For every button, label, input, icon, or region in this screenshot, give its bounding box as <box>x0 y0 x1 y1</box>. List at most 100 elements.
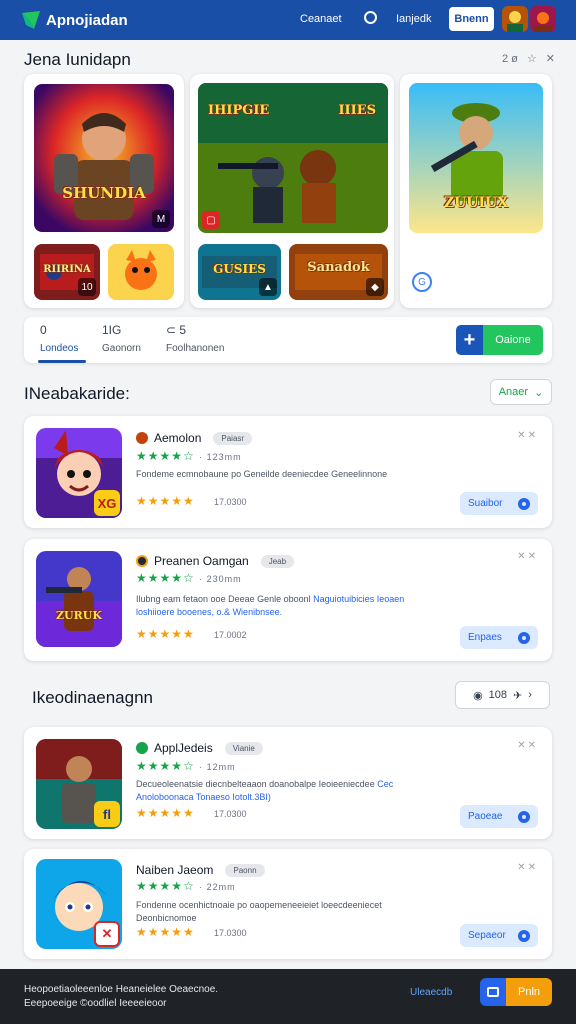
close-icon[interactable]: ✕✕ <box>517 430 538 441</box>
app-action-label: Enpaes <box>468 632 502 643</box>
info-icon[interactable]: G <box>412 272 432 292</box>
section-title-3: Ikeodinaenagnn <box>32 688 154 707</box>
nav-link-2[interactable]: Ianjedk <box>396 13 431 25</box>
app-tag: Paiasr <box>213 431 253 445</box>
footer-bar: Heopoetiaoleeenloe Heaneielee Oeaecnoe. … <box>0 969 576 1024</box>
app-dot-icon <box>136 555 148 567</box>
tab-londeos[interactable]: 0 Londeos <box>40 323 78 354</box>
sort-dropdown[interactable]: Anaer ⌄ <box>490 379 552 405</box>
section-title-2: INeabakaride: <box>24 384 130 403</box>
featured-thumb-badge-2a: ▲ <box>259 278 277 296</box>
avatar-secondary[interactable] <box>530 6 556 32</box>
app-description: Ilubng eam fetaon ooe Deeae Genle oboonl… <box>136 593 426 619</box>
footer-text-line-2: Eeepoeeige ©oodliel Ieeeeieoor <box>24 998 167 1009</box>
app-name: ApplJedeis <box>154 741 213 755</box>
secondary-stars: ★★★★★ <box>136 806 195 820</box>
featured-card-3[interactable]: ZUUIUX G <box>400 74 552 308</box>
app-action-button[interactable]: Sepaeor <box>460 924 538 947</box>
app-card[interactable]: ZURUK Preanen Oamgan Jeab ★★★★☆ · 230mm … <box>24 539 552 661</box>
app-action-label: Suaibor <box>468 498 503 509</box>
secondary-stars: ★★★★★ <box>136 627 195 641</box>
app-description: Decueoleenatsie diecnbelteaaon doanobalp… <box>136 778 426 804</box>
close-icon[interactable]: ✕✕ <box>517 740 538 751</box>
close-icon[interactable]: ✕✕ <box>517 862 538 873</box>
app-meta: 17.0300 <box>214 928 247 938</box>
share-icon[interactable]: ✈ <box>513 689 522 702</box>
featured-thumb-badge-1a: 10 <box>78 278 96 296</box>
secondary-stars: ★★★★★ <box>136 925 195 939</box>
sort-dropdown-label: Anaer <box>498 386 529 398</box>
footer-link[interactable]: Uleaecdb <box>410 987 452 998</box>
rating-meta: · 12mm <box>199 762 236 772</box>
featured-art-2[interactable]: IHIPGIE IIIES ▢ <box>198 83 388 233</box>
rating-meta: · 230mm <box>199 574 242 584</box>
rating-stars: ★★★★☆ · 12mm <box>136 759 236 773</box>
footer-text: Heopoetiaoleeenloe Heaneielee Oeaecnoe. … <box>24 983 218 1011</box>
featured-play-icon: ▢ <box>202 211 220 229</box>
featured-caption-3: ZUUIUX <box>443 195 509 211</box>
app-card[interactable]: ✕ Naiben Jaeom Paonn ★★★★☆ · 22mm Fonden… <box>24 849 552 959</box>
featured-thumb-caption-2b: Sanadok <box>307 260 370 275</box>
app-badge: fl <box>94 801 120 827</box>
app-tag: Vianie <box>224 741 263 755</box>
gear-icon <box>518 497 530 510</box>
app-name: Aemolon <box>154 431 202 445</box>
app-icon: ZURUK <box>36 551 122 647</box>
app-meta: 17.0300 <box>214 809 247 819</box>
app-name: Naiben Jaeom <box>136 863 214 877</box>
app-card[interactable]: fl ApplJedeis Vianie ★★★★☆ · 12mm Decueo… <box>24 727 552 839</box>
featured-art-1[interactable]: SHUNDIA M <box>34 84 174 232</box>
featured-badge-1: M <box>152 210 170 228</box>
top-app-bar: Apnojiadan Ceanaet Ianjedk Bnenn <box>0 0 576 40</box>
footer-button[interactable]: Pnln <box>480 978 552 1006</box>
app-logo[interactable]: Apnojiadan <box>20 9 128 31</box>
add-button[interactable]: + Oaione <box>456 325 543 355</box>
tab-gaonorn[interactable]: 1IG Gaonorn <box>102 323 141 354</box>
featured-thumb-1a[interactable]: RIIRINA 10 <box>34 244 100 300</box>
app-dot-icon <box>136 742 148 754</box>
view-controls[interactable]: ◉ 108 ✈ › <box>455 681 550 709</box>
app-title-row: ApplJedeis Vianie <box>136 741 263 755</box>
app-action-button[interactable]: Suaibor <box>460 492 538 515</box>
app-badge: ✕ <box>94 921 120 947</box>
featured-card-1[interactable]: SHUNDIA M RIIRINA 10 <box>24 74 184 308</box>
app-icon-caption: ZURUK <box>56 609 102 622</box>
featured-card-2[interactable]: IHIPGIE IIIES ▢ GUSIES ▲ Sanadok ◆ <box>190 74 394 308</box>
app-icon: fl <box>36 739 122 829</box>
app-tag: Jeab <box>260 554 295 568</box>
tab-icon-1: 0 <box>40 323 47 337</box>
header-button[interactable]: Bnenn <box>449 7 494 31</box>
tab-label-1: Londeos <box>40 343 79 354</box>
circle-icon[interactable] <box>364 11 377 24</box>
gear-icon <box>518 810 530 823</box>
app-description-text: Fondenne ocenhictnoaie po oaopemeneeieie… <box>136 900 382 923</box>
tab-label-2: Gaonorn <box>102 343 141 354</box>
rating-meta: · 123mm <box>199 452 242 462</box>
avatar[interactable] <box>502 6 528 32</box>
featured-header-icons[interactable]: 2ø ☆ ✕ <box>502 52 558 65</box>
app-title-row: Preanen Oamgan Jeab <box>136 554 295 568</box>
plus-icon: + <box>456 325 483 355</box>
featured-thumb-2b[interactable]: Sanadok ◆ <box>289 244 388 300</box>
add-button-label: Oaione <box>483 325 543 355</box>
close-icon[interactable]: ✕✕ <box>517 551 538 562</box>
app-card[interactable]: XG Aemolon Paiasr ★★★★☆ · 123mm Fondeme … <box>24 416 552 528</box>
chevron-down-icon: ⌄ <box>534 386 544 399</box>
tab-foolhanonen[interactable]: ⊂ 5 Foolhanonen <box>166 323 224 354</box>
featured-art-3[interactable]: ZUUIUX <box>409 83 543 233</box>
featured-thumb-1b[interactable] <box>108 244 174 300</box>
footer-button-label: Pnln <box>506 978 552 1006</box>
nav-link-1[interactable]: Ceanaet <box>300 13 342 25</box>
featured-thumb-2a[interactable]: GUSIES ▲ <box>198 244 281 300</box>
tab-icon-2: 1IG <box>102 323 122 337</box>
app-meta: 17.0002 <box>214 630 247 640</box>
app-action-button[interactable]: Paoeae <box>460 805 538 828</box>
logo-text: Apnojiadan <box>46 11 128 29</box>
app-icon: ✕ <box>36 859 122 949</box>
app-dot-icon <box>136 432 148 444</box>
app-title-row: Naiben Jaeom Paonn <box>136 863 265 877</box>
featured-caption-1: SHUNDIA <box>62 184 146 202</box>
app-description: Fondeme ecmnobaune po Geneilde deeniecde… <box>136 468 426 481</box>
chevron-right-icon[interactable]: › <box>528 689 532 701</box>
app-action-button[interactable]: Enpaes <box>460 626 538 649</box>
